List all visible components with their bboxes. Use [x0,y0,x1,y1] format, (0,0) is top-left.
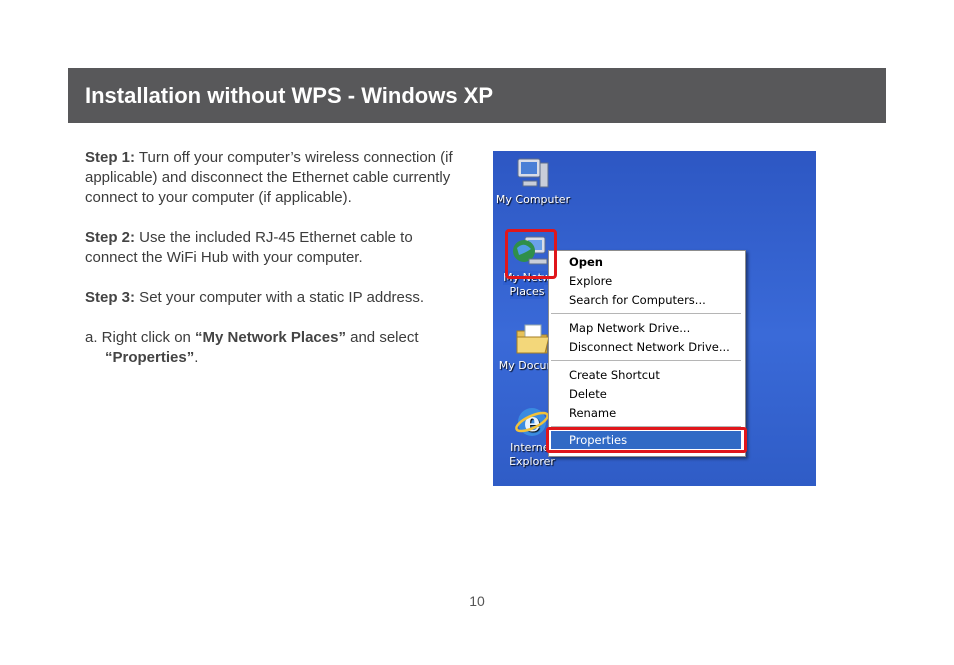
step-3-label: Step 3: [85,289,136,306]
section-header: Installation without WPS - Windows XP [68,68,886,123]
documents-folder-icon [516,324,550,354]
step-2-text: Use the included RJ-45 Ethernet cable to… [85,229,413,266]
menu-item-explore[interactable]: Explore [569,273,612,290]
menu-item-map-network-drive[interactable]: Map Network Drive... [569,320,690,337]
substep-target: “My Network Places” [195,329,346,346]
desktop-icon-label: My Computer [495,193,571,206]
desktop-icon-label-line2: Explorer [509,455,555,468]
desktop-icon-my-computer[interactable]: My Computer [493,155,573,207]
page-number: 10 [469,593,485,609]
substep-prefix: a. Right click on [85,329,196,346]
menu-item-delete[interactable]: Delete [569,386,607,403]
substep-suffix: . [194,349,199,366]
callout-box-properties [546,427,747,453]
substep-middle: and select [345,329,419,346]
menu-separator [551,360,741,361]
substep-second-line: “Properties”. [85,348,460,368]
xp-desktop-screenshot: My Computer My Netw Places My Docum e In… [493,151,816,486]
computer-icon [517,158,549,188]
substep-action: “Properties” [105,349,195,366]
page-title: Installation without WPS - Windows XP [85,83,494,108]
menu-item-search-for-computers[interactable]: Search for Computers... [569,292,706,309]
context-menu: Open Explore Search for Computers... Map… [548,250,746,457]
internet-explorer-icon: e [515,408,549,438]
menu-separator [551,313,741,314]
step-2: Step 2: Use the included RJ-45 Ethernet … [85,228,460,268]
step-1-label: Step 1: [85,149,136,166]
desktop-icon-label-line2: Places [509,285,545,299]
step-3-text: Set your computer with a static IP addre… [135,289,425,306]
step-1-text: Turn off your computer’s wireless connec… [85,149,453,206]
substep-a: a. Right click on “My Network Places” an… [85,328,460,368]
menu-item-rename[interactable]: Rename [569,405,616,422]
menu-item-disconnect-network-drive[interactable]: Disconnect Network Drive... [569,339,730,356]
callout-box-network-icon [505,229,557,279]
instructions: Step 1: Turn off your computer’s wireles… [85,148,460,388]
menu-item-open[interactable]: Open [569,254,603,271]
step-3: Step 3: Set your computer with a static … [85,288,460,308]
step-2-label: Step 2: [85,229,136,246]
menu-item-create-shortcut[interactable]: Create Shortcut [569,367,660,384]
step-1: Step 1: Turn off your computer’s wireles… [85,148,460,208]
